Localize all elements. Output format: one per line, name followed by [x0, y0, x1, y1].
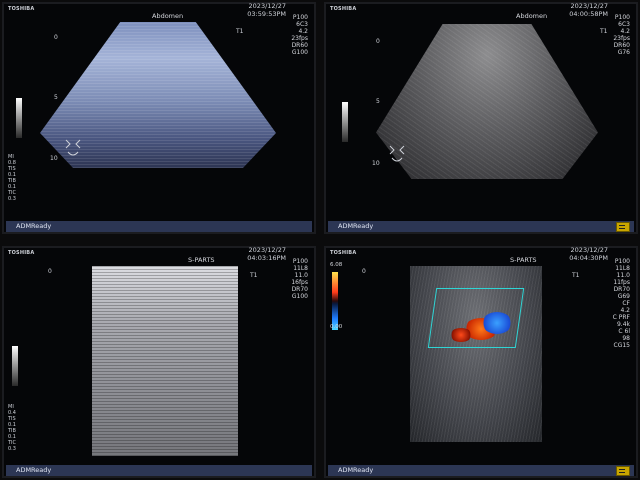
application-label: S-PARTS — [188, 256, 215, 264]
probe-mark: T1 — [236, 28, 244, 35]
param-item: P100 — [614, 14, 630, 21]
brand-label: TOSHIBA — [8, 250, 35, 256]
param-item: 16fps — [291, 279, 308, 286]
param-item: 4.2 — [620, 28, 630, 35]
ultrasound-panel-1: TOSHIBA 2023/12/27 03:59:53PM Abdomen T1… — [2, 2, 316, 234]
param-item: 6C3 — [618, 21, 630, 28]
datetime: 2023/12/27 04:04:30PM — [569, 246, 608, 262]
param-item: 11L8 — [293, 265, 308, 272]
application-label: Abdomen — [152, 12, 184, 20]
param-item: 4.2 — [620, 307, 630, 314]
datetime: 2023/12/27 04:00:58PM — [569, 2, 608, 18]
param-item: 11.0 — [616, 272, 630, 279]
stat-item: 0.3 — [8, 196, 16, 202]
brand-label: TOSHIBA — [330, 6, 357, 12]
depth-mark-10: 10 — [372, 160, 380, 167]
time-text: 04:03:16PM — [247, 254, 286, 262]
bmode-image — [376, 24, 598, 179]
body-mark-icon — [389, 145, 405, 162]
ultrasound-panel-4: TOSHIBA 2023/12/27 04:04:30PM S-PARTS T1… — [324, 246, 638, 478]
status-bar: ADMReady — [328, 465, 634, 476]
depth-mark-0: 0 — [376, 38, 380, 45]
ultrasound-panel-2: TOSHIBA 2023/12/27 04:00:58PM Abdomen T1… — [324, 2, 638, 234]
safety-indices: MI 0.8 TIS 0.1 TIB 0.1 TIC 0.3 — [8, 154, 16, 202]
param-item: 23fps — [613, 35, 630, 42]
param-item: 11fps — [613, 279, 630, 286]
param-item: 6C3 — [296, 21, 308, 28]
depth-mark-0: 0 — [48, 268, 52, 275]
status-text: ADMReady — [338, 466, 374, 474]
status-bar: ADMReady — [6, 465, 312, 476]
grayscale-bar — [16, 98, 22, 138]
date-text: 2023/12/27 — [570, 246, 608, 254]
param-item: 11.0 — [294, 272, 308, 279]
date-text: 2023/12/27 — [248, 246, 286, 254]
status-text: ADMReady — [16, 466, 52, 474]
freeze-icon — [616, 466, 630, 476]
param-item: 9.4k — [616, 321, 630, 328]
datetime: 2023/12/27 04:03:16PM — [247, 246, 286, 262]
freeze-icon — [616, 222, 630, 232]
param-list: P100 6C3 4.2 23fps DR60 G100 — [291, 14, 308, 56]
param-item: DR70 — [291, 286, 308, 293]
param-item: G76 — [617, 49, 630, 56]
param-item: C PRF — [612, 314, 630, 321]
param-list: P100 6C3 4.2 23fps DR60 G76 — [613, 14, 630, 56]
status-bar: ADMReady — [6, 221, 312, 232]
param-list: P100 11L8 11.0 11fps DR70 G69 CF 4.2 C P… — [613, 258, 630, 349]
color-scale-zero: 0.00 — [330, 324, 343, 330]
param-item: P100 — [292, 14, 308, 21]
param-item: DR60 — [613, 42, 630, 49]
param-list: P100 11L8 11.0 16fps DR70 G100 — [291, 258, 308, 300]
time-text: 03:59:53PM — [247, 10, 286, 18]
grayscale-bar — [342, 102, 348, 142]
depth-mark-0: 0 — [362, 268, 366, 275]
flow-blue — [482, 312, 512, 334]
param-item: 11L8 — [615, 265, 630, 272]
param-item: CF — [622, 300, 630, 307]
date-text: 2023/12/27 — [570, 2, 608, 10]
status-text: ADMReady — [338, 222, 374, 230]
stat-item: 0.3 — [8, 446, 16, 452]
status-text: ADMReady — [16, 222, 52, 230]
datetime: 2023/12/27 03:59:53PM — [247, 2, 286, 18]
grayscale-bar — [12, 346, 18, 386]
application-label: S-PARTS — [510, 256, 537, 264]
param-item: G69 — [617, 293, 630, 300]
depth-mark-5: 5 — [376, 98, 380, 105]
param-item: DR60 — [291, 42, 308, 49]
param-item: P100 — [614, 258, 630, 265]
application-label: Abdomen — [516, 12, 548, 20]
param-item: C 6l — [618, 328, 630, 335]
bmode-image — [92, 266, 238, 456]
date-text: 2023/12/27 — [248, 2, 286, 10]
param-item: 98 — [622, 335, 630, 342]
status-bar: ADMReady — [328, 221, 634, 232]
depth-mark-10: 10 — [50, 155, 58, 162]
probe-mark: T1 — [600, 28, 608, 35]
brand-label: TOSHIBA — [8, 6, 35, 12]
time-text: 04:00:58PM — [569, 10, 608, 18]
param-item: G100 — [291, 293, 308, 300]
flow-red-small — [450, 328, 472, 342]
depth-mark-5: 5 — [54, 94, 58, 101]
color-scale-top: 6.08 — [330, 262, 343, 268]
param-item: CG15 — [613, 342, 630, 349]
ultrasound-panel-3: TOSHIBA 2023/12/27 04:03:16PM S-PARTS T1… — [2, 246, 316, 478]
param-item: DR70 — [613, 286, 630, 293]
color-velocity-bar — [332, 272, 338, 330]
param-item: G100 — [291, 49, 308, 56]
body-mark-icon — [65, 139, 81, 156]
safety-indices: MI 0.4 TIS 0.1 TIB 0.1 TIC 0.3 — [8, 404, 16, 452]
param-item: 4.2 — [298, 28, 308, 35]
depth-mark-0: 0 — [54, 34, 58, 41]
param-item: P100 — [292, 258, 308, 265]
brand-label: TOSHIBA — [330, 250, 357, 256]
probe-mark: T1 — [250, 272, 258, 279]
time-text: 04:04:30PM — [569, 254, 608, 262]
param-item: 23fps — [291, 35, 308, 42]
probe-mark: T1 — [572, 272, 580, 279]
